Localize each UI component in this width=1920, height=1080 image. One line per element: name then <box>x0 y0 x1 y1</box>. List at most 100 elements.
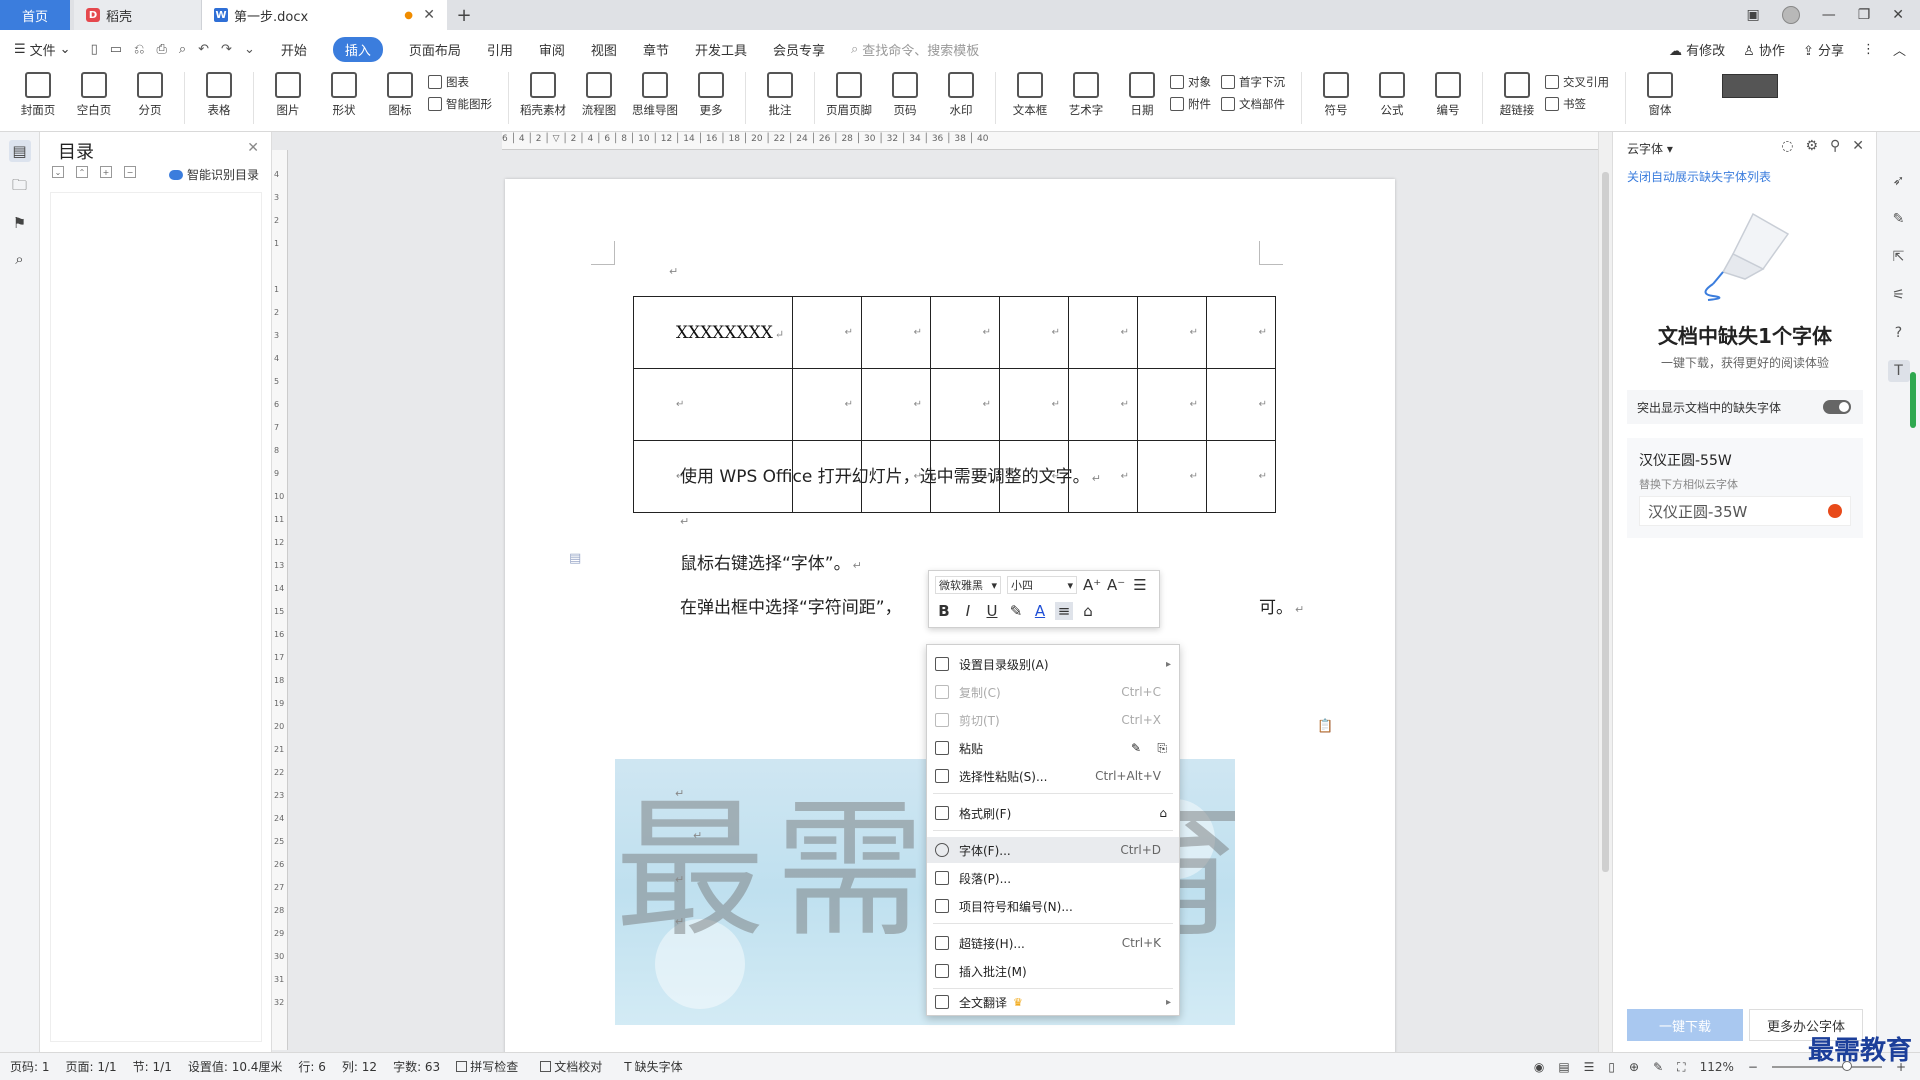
command-search[interactable]: ⌕ 查找命令、搜索模板 <box>851 40 979 59</box>
menu-item-paste[interactable]: 粘贴 ✎ ⎘ <box>927 735 1179 761</box>
cursor-icon[interactable]: ⇱ <box>1888 246 1910 268</box>
paste-text-only-icon[interactable]: ⎘ <box>1157 741 1167 756</box>
page-number-button[interactable]: 页码 <box>877 72 933 118</box>
shrink-font-icon[interactable]: A⁻ <box>1107 576 1125 594</box>
modified-button[interactable]: ☁ 有修改 <box>1669 40 1725 59</box>
menu-item-toc-level[interactable]: 设置目录级别(A) ▸ <box>927 651 1179 677</box>
menu-view[interactable]: 视图 <box>591 40 617 59</box>
undo-icon[interactable]: ↶ <box>198 42 209 57</box>
table-cell[interactable]: ↵ <box>792 368 863 441</box>
blank-page-button[interactable]: 空白页 <box>66 72 122 118</box>
horizontal-ruler[interactable]: 6 │ 4 │ 2 │ ▽ │ 2 │ 4 │ 6 │ 8 │ 10 │ 12 … <box>502 132 1612 150</box>
close-auto-show-link[interactable]: 关闭自动展示缺失字体列表 <box>1627 168 1771 185</box>
restore-icon[interactable]: ❐ <box>1858 7 1871 23</box>
form-button[interactable]: 窗体 <box>1632 72 1688 118</box>
watermark-button[interactable]: 水印 <box>933 72 989 118</box>
page-break-button[interactable]: 分页 <box>122 72 178 118</box>
cloud-font-dropdown[interactable]: 云字体 ▾ <box>1627 140 1673 157</box>
paste-keep-format-icon[interactable]: ✎ <box>1131 741 1141 755</box>
status-line[interactable]: 行: 6 <box>298 1058 326 1075</box>
status-page[interactable]: 页面: 1/1 <box>66 1058 117 1075</box>
more-icon[interactable]: ⋮ <box>1862 42 1875 57</box>
paragraph-3-end[interactable]: 可。 ↵ <box>1259 593 1304 618</box>
picture-button[interactable]: 图片 <box>260 72 316 118</box>
align-icon[interactable]: ≡ <box>1055 602 1073 620</box>
zoom-level[interactable]: 112% <box>1700 1060 1734 1074</box>
font-family-select[interactable]: 微软雅黑 ▾ <box>935 576 1001 594</box>
status-column[interactable]: 列: 12 <box>342 1058 377 1075</box>
paragraph-2[interactable]: 鼠标右键选择“字体”。 ↵ <box>680 549 862 574</box>
line-spacing-icon[interactable]: ☰ <box>1131 576 1149 594</box>
export-icon[interactable]: ⎌ <box>134 42 144 57</box>
collaborate-button[interactable]: ♙ 协作 <box>1743 40 1785 59</box>
paste-options-icon[interactable]: 📋 <box>1317 719 1333 734</box>
menu-developer[interactable]: 开发工具 <box>695 40 747 59</box>
menu-page-layout[interactable]: 页面布局 <box>409 40 461 59</box>
date-button[interactable]: 日期 <box>1114 72 1170 118</box>
font-size-select[interactable]: 小四 ▾ <box>1007 576 1077 594</box>
paragraph-3[interactable]: 在弹出框中选择“字符间距”， <box>680 593 902 618</box>
vertical-scrollbar[interactable] <box>1598 132 1612 1052</box>
highlight-icon[interactable]: ✎ <box>1007 602 1025 620</box>
rocket-icon[interactable]: ➶ <box>1888 170 1910 192</box>
flowchart-button[interactable]: 流程图 <box>571 72 627 118</box>
table-cell[interactable]: ↵ <box>861 296 932 369</box>
new-tab-button[interactable]: + <box>447 0 481 30</box>
bookmark-nav-icon[interactable]: ⚑ <box>9 212 31 234</box>
textbox-button[interactable]: 文本框 <box>1002 72 1058 118</box>
table-cell[interactable]: XXXXXXXX ↵ <box>632 296 794 369</box>
formula-button[interactable]: 公式 <box>1364 72 1420 118</box>
table-cell[interactable]: ↵ <box>1206 440 1277 513</box>
attachment-button[interactable]: 附件 <box>1170 96 1211 112</box>
paragraph-handle-icon[interactable]: ▤ <box>569 551 581 566</box>
customize-icon[interactable]: ⌄ <box>244 42 255 57</box>
close-window-icon[interactable]: ✕ <box>1892 7 1904 23</box>
menu-item-translate[interactable]: 全文翻译 ♛ ▸ <box>927 989 1179 1015</box>
highlight-missing-fonts-toggle[interactable] <box>1823 400 1851 414</box>
table-cell[interactable]: ↵ <box>930 296 1001 369</box>
table-cell[interactable]: ↵ <box>930 368 1001 441</box>
pen-icon[interactable]: ✎ <box>1888 208 1910 230</box>
daoke-material-button[interactable]: 稻壳素材 <box>515 72 571 118</box>
grow-font-icon[interactable]: A⁺ <box>1083 576 1101 594</box>
close-icon[interactable]: ✕ <box>1852 138 1864 154</box>
text-font-icon[interactable]: T <box>1887 360 1910 382</box>
chart-button[interactable]: 图表 <box>428 74 492 90</box>
save-icon[interactable]: ▭ <box>110 42 122 57</box>
tab-document[interactable]: W 第一步.docx ● ✕ <box>202 0 447 30</box>
table-cell[interactable]: ↵ <box>999 368 1070 441</box>
doc-parts-button[interactable]: 文档部件 <box>1221 96 1285 112</box>
smart-toc-button[interactable]: 智能识别目录 <box>168 166 259 183</box>
expand-icon[interactable]: ⌄ <box>52 166 64 178</box>
comment-button[interactable]: 批注 <box>752 72 808 118</box>
drop-cap-button[interactable]: 首字下沉 <box>1221 74 1285 90</box>
menu-member[interactable]: 会员专享 <box>773 40 825 59</box>
minimize-icon[interactable]: — <box>1822 7 1836 23</box>
menu-start[interactable]: 开始 <box>281 40 307 59</box>
status-section[interactable]: 节: 1/1 <box>133 1058 172 1075</box>
menu-item-bullets-numbering[interactable]: 项目符号和编号(N)... <box>927 893 1179 919</box>
menu-item-paste-special[interactable]: 选择性粘贴(S)... Ctrl+Alt+V <box>927 763 1179 789</box>
remove-heading-icon[interactable]: − <box>124 166 136 178</box>
web-view-icon[interactable]: ⊕ <box>1629 1060 1639 1074</box>
table-cell[interactable]: ↵ <box>861 368 932 441</box>
table-cell[interactable]: ↵ <box>1206 296 1277 369</box>
table-button[interactable]: 表格 <box>191 72 247 118</box>
print-preview-icon[interactable]: ⌕ <box>179 42 186 57</box>
add-heading-icon[interactable]: + <box>100 166 112 178</box>
wordart-button[interactable]: 艺术字 <box>1058 72 1114 118</box>
download-badge-icon[interactable] <box>1828 504 1842 518</box>
missing-font-button[interactable]: T 缺失字体 <box>624 1058 682 1075</box>
eye-protection-icon[interactable]: ◉ <box>1534 1060 1544 1074</box>
format-painter-lock-icon[interactable]: ⌂ <box>1159 806 1167 820</box>
sliders-icon[interactable]: ⚟ <box>1888 284 1910 306</box>
menu-item-format-painter[interactable]: 格式刷(F) ⌂ <box>927 800 1179 826</box>
avatar[interactable] <box>1781 6 1800 24</box>
format-painter-icon[interactable]: ⌂ <box>1079 602 1097 620</box>
table-cell[interactable]: ↵ <box>632 368 794 441</box>
gear-icon[interactable]: ⚙ <box>1805 138 1818 154</box>
pin-icon[interactable]: ⚲ <box>1830 138 1840 154</box>
bold-button[interactable]: B <box>935 602 953 620</box>
share-button[interactable]: ⇪ 分享 <box>1803 40 1844 59</box>
menu-review[interactable]: 审阅 <box>539 40 565 59</box>
